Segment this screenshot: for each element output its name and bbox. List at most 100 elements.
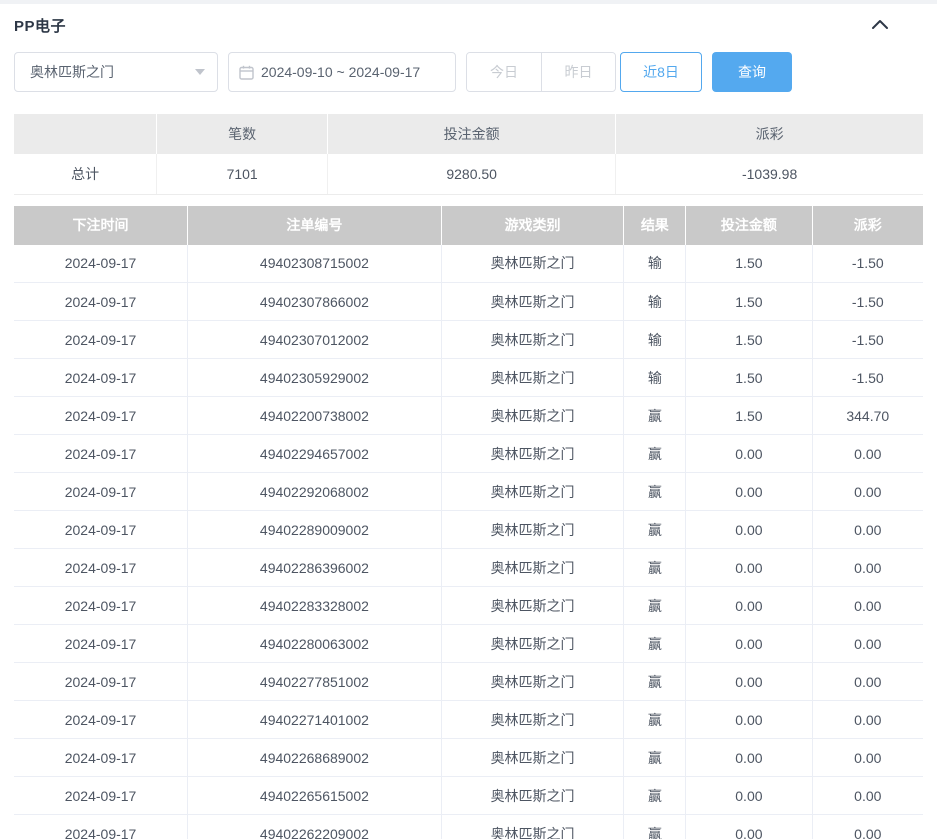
cell-result: 输 bbox=[624, 245, 686, 283]
bet-table-header-row: 下注时间 注单编号 游戏类别 结果 投注金额 派彩 bbox=[14, 206, 923, 245]
cell-order-no: 49402200738002 bbox=[188, 397, 442, 435]
cell-result: 赢 bbox=[624, 815, 686, 839]
cell-payout: 0.00 bbox=[812, 435, 923, 473]
date-range-input[interactable]: 2024-09-10 ~ 2024-09-17 bbox=[228, 52, 456, 92]
table-row: 2024-09-17 49402307012002 奥林匹斯之门 输 1.50 … bbox=[14, 321, 923, 359]
header-order-no: 注单编号 bbox=[188, 206, 442, 245]
game-select[interactable]: 奥林匹斯之门 bbox=[14, 52, 218, 92]
cell-order-no: 49402307866002 bbox=[188, 283, 442, 321]
chevron-up-icon bbox=[871, 17, 889, 33]
cell-bet-amount: 0.00 bbox=[686, 777, 812, 815]
cell-order-no: 49402265615002 bbox=[188, 777, 442, 815]
cell-bet-time: 2024-09-17 bbox=[14, 245, 188, 283]
summary-header-payout: 派彩 bbox=[616, 114, 923, 154]
cell-result: 赢 bbox=[624, 587, 686, 625]
header-bet-amount: 投注金额 bbox=[686, 206, 812, 245]
cell-game-category: 奥林匹斯之门 bbox=[441, 587, 624, 625]
cell-bet-time: 2024-09-17 bbox=[14, 625, 188, 663]
cell-bet-amount: 0.00 bbox=[686, 625, 812, 663]
cell-result: 输 bbox=[624, 321, 686, 359]
cell-order-no: 49402308715002 bbox=[188, 245, 442, 283]
cell-bet-time: 2024-09-17 bbox=[14, 473, 188, 511]
cell-order-no: 49402307012002 bbox=[188, 321, 442, 359]
cell-bet-amount: 0.00 bbox=[686, 739, 812, 777]
cell-result: 赢 bbox=[624, 473, 686, 511]
cell-result: 赢 bbox=[624, 739, 686, 777]
summary-total-label: 总计 bbox=[14, 154, 157, 194]
table-row: 2024-09-17 49402286396002 奥林匹斯之门 赢 0.00 … bbox=[14, 549, 923, 587]
search-button[interactable]: 查询 bbox=[712, 52, 792, 92]
cell-bet-time: 2024-09-17 bbox=[14, 587, 188, 625]
yesterday-button[interactable]: 昨日 bbox=[541, 53, 615, 91]
cell-bet-amount: 0.00 bbox=[686, 511, 812, 549]
today-button[interactable]: 今日 bbox=[467, 53, 541, 91]
cell-order-no: 49402294657002 bbox=[188, 435, 442, 473]
cell-order-no: 49402292068002 bbox=[188, 473, 442, 511]
cell-order-no: 49402268689002 bbox=[188, 739, 442, 777]
cell-bet-time: 2024-09-17 bbox=[14, 777, 188, 815]
table-row: 2024-09-17 49402289009002 奥林匹斯之门 赢 0.00 … bbox=[14, 511, 923, 549]
cell-game-category: 奥林匹斯之门 bbox=[441, 359, 624, 397]
cell-bet-amount: 1.50 bbox=[686, 397, 812, 435]
cell-game-category: 奥林匹斯之门 bbox=[441, 739, 624, 777]
header-game-category: 游戏类别 bbox=[441, 206, 624, 245]
cell-bet-time: 2024-09-17 bbox=[14, 321, 188, 359]
cell-order-no: 49402271401002 bbox=[188, 701, 442, 739]
cell-bet-amount: 0.00 bbox=[686, 587, 812, 625]
table-row: 2024-09-17 49402308715002 奥林匹斯之门 输 1.50 … bbox=[14, 245, 923, 283]
summary-header-bet-amount: 投注金额 bbox=[328, 114, 616, 154]
cell-result: 赢 bbox=[624, 625, 686, 663]
cell-payout: -1.50 bbox=[812, 321, 923, 359]
cell-bet-time: 2024-09-17 bbox=[14, 397, 188, 435]
cell-result: 赢 bbox=[624, 435, 686, 473]
cell-game-category: 奥林匹斯之门 bbox=[441, 511, 624, 549]
cell-game-category: 奥林匹斯之门 bbox=[441, 283, 624, 321]
cell-bet-time: 2024-09-17 bbox=[14, 511, 188, 549]
header-result: 结果 bbox=[624, 206, 686, 245]
quick-range-group: 今日 昨日 bbox=[466, 52, 616, 92]
cell-bet-amount: 1.50 bbox=[686, 283, 812, 321]
cell-payout: 0.00 bbox=[812, 777, 923, 815]
cell-game-category: 奥林匹斯之门 bbox=[441, 701, 624, 739]
cell-bet-time: 2024-09-17 bbox=[14, 663, 188, 701]
cell-bet-time: 2024-09-17 bbox=[14, 283, 188, 321]
cell-order-no: 49402305929002 bbox=[188, 359, 442, 397]
cell-order-no: 49402262209002 bbox=[188, 815, 442, 839]
cell-bet-time: 2024-09-17 bbox=[14, 701, 188, 739]
table-row: 2024-09-17 49402262209002 奥林匹斯之门 赢 0.00 … bbox=[14, 815, 923, 839]
cell-result: 赢 bbox=[624, 511, 686, 549]
cell-payout: 0.00 bbox=[812, 549, 923, 587]
last-8-days-button[interactable]: 近8日 bbox=[620, 52, 702, 92]
cell-result: 输 bbox=[624, 283, 686, 321]
cell-game-category: 奥林匹斯之门 bbox=[441, 435, 624, 473]
bet-table-body: 2024-09-17 49402308715002 奥林匹斯之门 输 1.50 … bbox=[14, 245, 923, 839]
table-row: 2024-09-17 49402307866002 奥林匹斯之门 输 1.50 … bbox=[14, 283, 923, 321]
cell-bet-amount: 1.50 bbox=[686, 245, 812, 283]
chevron-down-icon bbox=[195, 69, 205, 75]
cell-game-category: 奥林匹斯之门 bbox=[441, 777, 624, 815]
summary-table: 笔数 投注金额 派彩 总计 7101 9280.50 -1039.98 bbox=[14, 114, 923, 195]
cell-payout: 0.00 bbox=[812, 701, 923, 739]
summary-total-bet-amount: 9280.50 bbox=[328, 154, 616, 194]
cell-bet-amount: 1.50 bbox=[686, 321, 812, 359]
cell-payout: -1.50 bbox=[812, 283, 923, 321]
cell-order-no: 49402283328002 bbox=[188, 587, 442, 625]
cell-bet-time: 2024-09-17 bbox=[14, 359, 188, 397]
cell-result: 输 bbox=[624, 359, 686, 397]
collapse-button[interactable] bbox=[865, 14, 895, 36]
pp-panel: PP电子 奥林匹斯之门 2024-09-10 ~ 2024-09-17 今日 昨… bbox=[0, 4, 937, 839]
header-payout: 派彩 bbox=[812, 206, 923, 245]
date-range-value: 2024-09-10 ~ 2024-09-17 bbox=[261, 64, 420, 80]
game-select-value: 奥林匹斯之门 bbox=[30, 62, 195, 82]
cell-payout: 0.00 bbox=[812, 511, 923, 549]
summary-total-row: 总计 7101 9280.50 -1039.98 bbox=[14, 154, 923, 194]
cell-payout: 344.70 bbox=[812, 397, 923, 435]
table-row: 2024-09-17 49402277851002 奥林匹斯之门 赢 0.00 … bbox=[14, 663, 923, 701]
cell-bet-amount: 0.00 bbox=[686, 435, 812, 473]
table-row: 2024-09-17 49402280063002 奥林匹斯之门 赢 0.00 … bbox=[14, 625, 923, 663]
cell-game-category: 奥林匹斯之门 bbox=[441, 625, 624, 663]
cell-order-no: 49402289009002 bbox=[188, 511, 442, 549]
cell-payout: 0.00 bbox=[812, 663, 923, 701]
cell-bet-time: 2024-09-17 bbox=[14, 739, 188, 777]
cell-bet-time: 2024-09-17 bbox=[14, 549, 188, 587]
